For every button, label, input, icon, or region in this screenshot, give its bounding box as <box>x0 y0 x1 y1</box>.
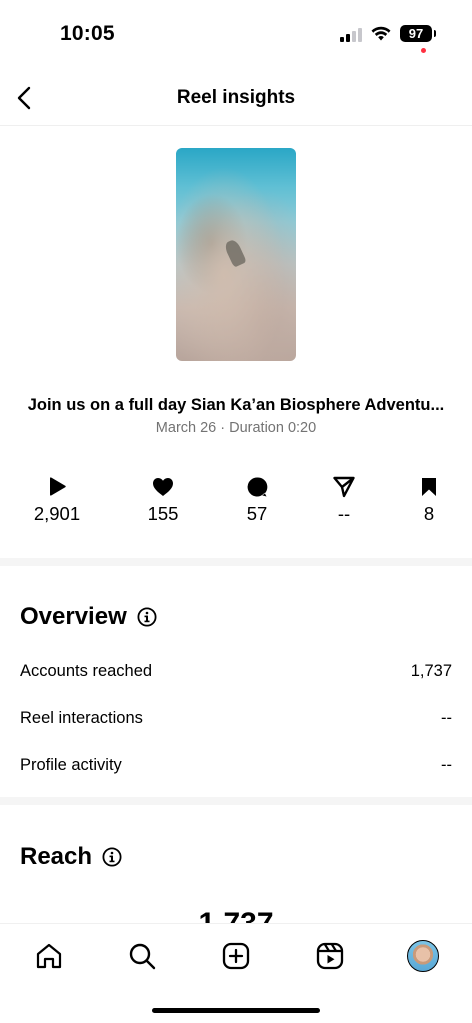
battery-indicator: 97 <box>400 25 436 42</box>
tab-create[interactable] <box>214 936 258 976</box>
row-label: Accounts reached <box>20 662 153 680</box>
bookmark-icon <box>422 478 436 496</box>
cellular-signal-icon <box>340 26 362 42</box>
home-indicator[interactable] <box>152 1008 320 1013</box>
row-value: 1,737 <box>410 662 452 680</box>
metric-saves: 8 <box>389 474 469 525</box>
overview-title: Overview <box>20 603 157 631</box>
overview-row-accounts-reached[interactable]: Accounts reached 1,737 <box>20 662 452 681</box>
page-title: Reel insights <box>176 87 296 108</box>
reel-thumbnail[interactable] <box>176 148 296 361</box>
info-icon[interactable] <box>102 847 122 867</box>
profile-avatar <box>407 940 439 972</box>
fish-shape <box>223 238 247 268</box>
tab-search[interactable] <box>120 936 164 976</box>
reach-total: 1,737 <box>198 907 274 924</box>
reach-title: Reach <box>20 843 122 871</box>
overview-row-profile-activity[interactable]: Profile activity -- <box>20 756 452 775</box>
home-icon <box>36 943 62 969</box>
section-divider <box>0 797 472 805</box>
tab-home[interactable] <box>27 936 71 976</box>
status-time: 10:05 <box>60 22 115 45</box>
header: Reel insights <box>0 70 472 126</box>
reel-meta: March 26 · Duration 0:20 <box>155 420 317 436</box>
comment-icon <box>247 477 268 497</box>
overview-heading: Overview <box>20 603 127 630</box>
comments-count: 57 <box>246 503 268 524</box>
reels-icon <box>316 942 344 970</box>
shares-count: -- <box>337 503 351 524</box>
search-icon <box>129 943 156 970</box>
play-icon <box>50 477 66 496</box>
plays-count: 2,901 <box>33 503 81 524</box>
row-value: -- <box>441 709 452 727</box>
tab-reels[interactable] <box>308 936 352 976</box>
info-icon[interactable] <box>137 607 157 627</box>
status-indicators: 97 <box>340 25 436 42</box>
wifi-icon <box>371 26 391 41</box>
metrics-row: 2,901 155 57 -- 8 <box>0 474 472 534</box>
likes-count: 155 <box>147 503 179 524</box>
heart-icon <box>153 478 173 496</box>
metric-likes: 155 <box>123 474 203 525</box>
create-icon <box>222 942 250 970</box>
row-value: -- <box>441 756 452 774</box>
metric-plays: 2,901 <box>17 474 97 525</box>
overview-row-reel-interactions[interactable]: Reel interactions -- <box>20 709 452 728</box>
metric-comments: 57 <box>217 474 297 525</box>
row-label: Reel interactions <box>20 709 143 727</box>
metric-shares: -- <box>304 474 384 525</box>
reach-heading: Reach <box>20 843 93 870</box>
notification-dot <box>421 48 426 53</box>
share-icon <box>333 476 355 498</box>
saves-count: 8 <box>423 503 435 524</box>
section-divider <box>0 558 472 566</box>
row-label: Profile activity <box>20 756 122 774</box>
tab-profile[interactable] <box>401 936 445 976</box>
status-bar: 10:05 97 <box>0 0 472 70</box>
reel-caption: Join us on a full day Sian Ka’an Biosphe… <box>27 396 445 414</box>
